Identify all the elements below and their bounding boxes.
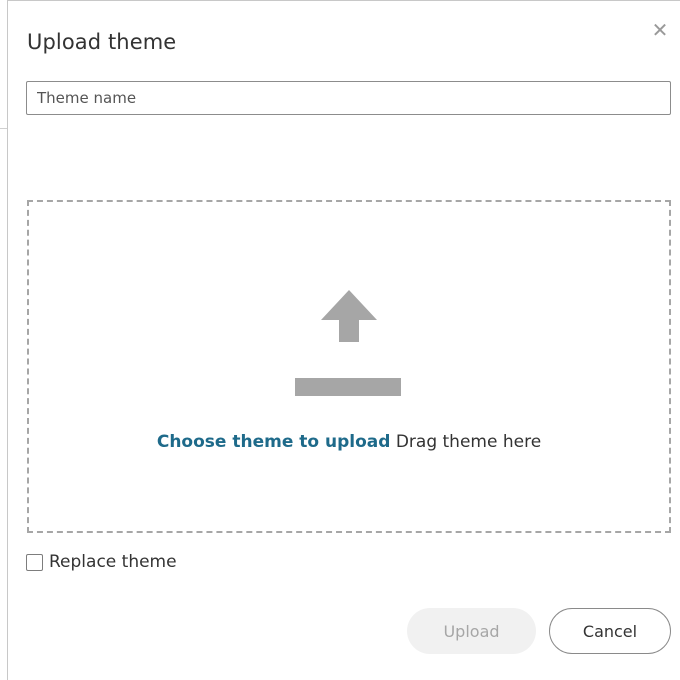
dropzone-text: Choose theme to upload Drag theme here bbox=[29, 432, 669, 452]
file-dropzone[interactable]: Choose theme to upload Drag theme here bbox=[27, 200, 671, 533]
cancel-button[interactable]: Cancel bbox=[549, 608, 671, 654]
choose-theme-link[interactable]: Choose theme to upload bbox=[157, 432, 391, 452]
upload-theme-dialog: Upload theme ✕ Choose theme to upload Dr… bbox=[7, 0, 680, 680]
upload-button[interactable]: Upload bbox=[407, 608, 536, 654]
dialog-title: Upload theme bbox=[27, 30, 177, 54]
replace-theme-checkbox[interactable] bbox=[26, 553, 43, 571]
background-divider bbox=[0, 128, 7, 129]
theme-name-input[interactable] bbox=[26, 81, 671, 115]
upload-arrow-icon bbox=[295, 290, 403, 402]
replace-theme-label: Replace theme bbox=[49, 552, 177, 572]
replace-theme-option[interactable]: Replace theme bbox=[26, 551, 177, 573]
close-icon[interactable]: ✕ bbox=[650, 20, 670, 40]
drag-hint: Drag theme here bbox=[395, 432, 542, 452]
